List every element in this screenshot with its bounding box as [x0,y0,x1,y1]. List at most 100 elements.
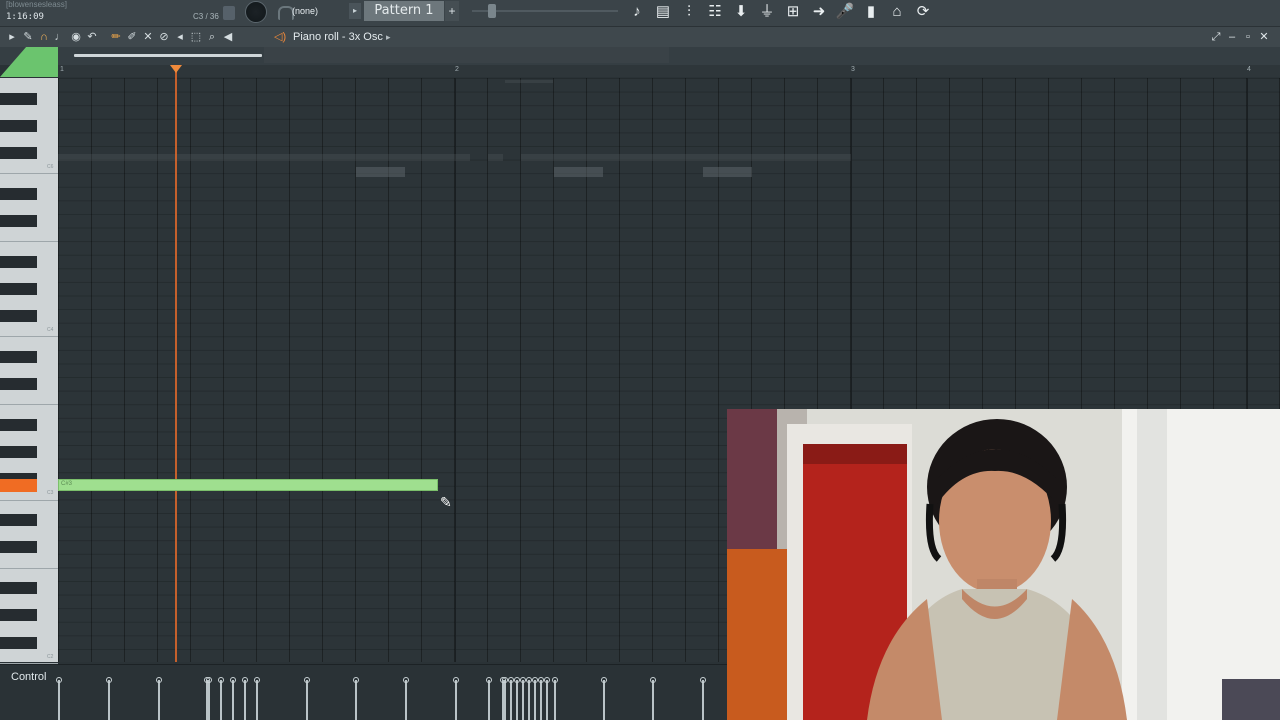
velocity-stem[interactable] [403,677,409,720]
velocity-stem[interactable] [242,677,248,720]
zoom-tool-icon[interactable]: ⌕ [204,27,220,47]
bar-line-2 [455,78,456,662]
scroll-thumb[interactable] [74,54,262,57]
velocity-stem[interactable] [650,677,656,720]
pencil-icon[interactable]: ✏ [108,27,124,47]
control-target-select[interactable]: Control [11,671,46,683]
velocity-stem[interactable] [700,677,706,720]
wrench-icon[interactable]: ✎ [20,27,36,47]
minimize-icon[interactable]: – [1224,27,1240,47]
close-icon[interactable]: ✕ [1256,27,1272,47]
metronome-icon[interactable]: ♩ [52,27,68,47]
velocity-stem[interactable] [230,677,236,720]
plugin-icon[interactable]: ⏚ [754,0,780,24]
maximize-icon[interactable]: ▫ [1240,27,1256,47]
scroll-overview[interactable] [264,47,669,63]
velocity-stem[interactable] [601,677,607,720]
ruler-bar-4: 4 [1247,66,1251,73]
black-key[interactable] [0,636,37,649]
black-key[interactable] [0,147,37,159]
velocity-stem[interactable] [56,677,62,720]
select-tool-icon[interactable]: ⬚ [188,27,204,47]
delete-tool-icon[interactable]: ✕ [140,27,156,47]
piano-roll-icon[interactable]: ♪ [624,0,650,24]
velocity-stem[interactable] [544,677,550,720]
slice-tool-icon[interactable]: ◂ [172,27,188,47]
key-label-c2: C2 [47,654,54,660]
record-icon[interactable]: ◉ [68,27,84,47]
lock-icon[interactable] [223,6,235,20]
black-key[interactable] [0,446,37,459]
black-key[interactable] [0,419,37,431]
velocity-stem[interactable] [353,677,359,720]
browser-icon[interactable]: ⬇ [728,0,754,24]
black-key[interactable] [0,119,37,132]
black-key[interactable] [0,187,37,200]
black-key[interactable] [0,541,37,554]
stamp-icon[interactable]: ⌂ [884,0,910,24]
mic-icon[interactable]: 🎤 [832,0,858,24]
velocity-stem[interactable] [514,677,520,720]
note-c-sharp-3[interactable]: C#3 [58,479,438,491]
channel-rack-icon[interactable]: ☷ [702,0,728,24]
velocity-stem[interactable] [218,677,224,720]
black-key[interactable] [0,514,37,527]
mixer-icon[interactable]: ⫶ [676,0,702,24]
clipboard-icon[interactable]: ▮ [858,0,884,24]
play-arrow-icon[interactable]: ▸ [4,27,20,47]
pitch-slider-thumb[interactable] [488,4,496,18]
ghost-note [703,167,752,177]
black-key[interactable] [0,255,37,268]
white-key-divider [0,173,58,175]
velocity-stem[interactable] [304,677,310,720]
add-pattern-button[interactable]: + [445,1,459,21]
master-volume-knob[interactable] [245,1,267,23]
playback-tool-icon[interactable]: ◀ [220,27,236,47]
active-key[interactable] [0,479,37,492]
pattern-selector[interactable]: Pattern 1 [364,1,444,21]
velocity-stem[interactable] [552,677,558,720]
title-caret-icon[interactable]: ▸ [386,27,391,47]
velocity-stem[interactable] [526,677,532,720]
magnet-icon[interactable]: ∩ [36,27,52,47]
velocity-stem[interactable] [206,677,212,720]
playhead[interactable] [175,65,177,662]
velocity-stem[interactable] [500,677,506,720]
playlist-icon[interactable]: ▤ [650,0,676,24]
black-key[interactable] [0,310,37,323]
velocity-stem[interactable] [508,677,514,720]
white-key-divider [0,404,58,406]
black-key[interactable] [0,351,37,363]
black-key[interactable] [0,609,37,622]
arrow-icon[interactable]: ➜ [806,0,832,24]
undo-icon[interactable]: ↶ [84,27,100,47]
brush-icon[interactable]: ✐ [124,27,140,47]
black-key[interactable] [0,215,37,227]
key-label-c4: C4 [47,327,54,333]
detach-icon[interactable]: ⤢ [1208,27,1224,47]
speaker-icon[interactable]: ◁) [274,27,286,47]
mute-tool-icon[interactable]: ⊘ [156,27,172,47]
black-key[interactable] [0,582,37,595]
velocity-stem[interactable] [520,677,526,720]
pattern-prev-arrow-icon[interactable]: ▸ [349,3,361,19]
black-key[interactable] [0,92,37,105]
black-key[interactable] [0,378,37,391]
tempo-icon[interactable]: ⊞ [780,0,806,24]
time-ruler[interactable]: 1 2 3 4 [58,65,1280,77]
black-key[interactable] [0,283,37,295]
velocity-stem[interactable] [254,677,260,720]
velocity-stem[interactable] [532,677,538,720]
playhead-marker-icon[interactable] [170,65,182,73]
channel-select[interactable]: (none) [292,3,334,19]
piano-keyboard[interactable]: C6 C4 C3 C2 [0,78,59,664]
fl-studio-window: [blowensesleass] 1:16:09 C3 / 36 (none) … [0,0,1280,720]
velocity-stem[interactable] [156,677,162,720]
velocity-stem[interactable] [486,677,492,720]
velocity-stem[interactable] [502,677,508,720]
hint-bar: [blowensesleass] [6,0,67,9]
velocity-stem[interactable] [538,677,544,720]
velocity-stem[interactable] [106,677,112,720]
refresh-icon[interactable]: ⟳ [910,0,936,24]
velocity-stem[interactable] [453,677,459,720]
